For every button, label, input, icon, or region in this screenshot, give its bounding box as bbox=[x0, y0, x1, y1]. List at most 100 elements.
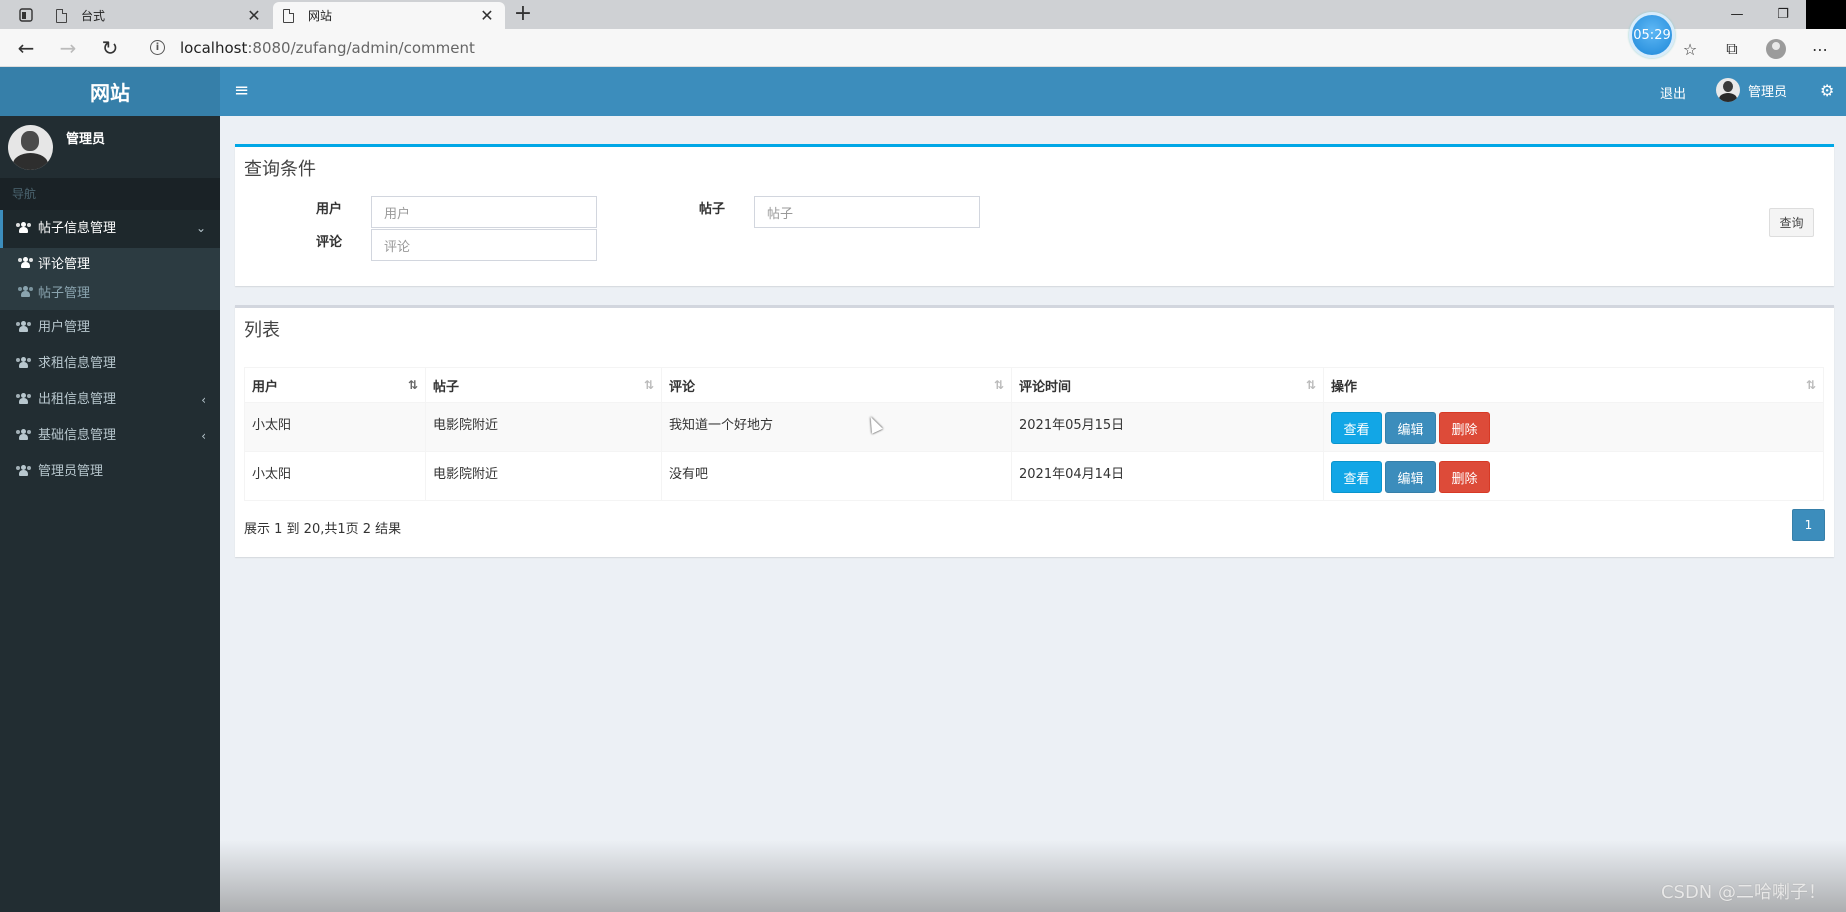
cell-actions: 查看 编辑 删除 bbox=[1323, 451, 1824, 501]
url-host: localhost bbox=[180, 39, 248, 57]
top-navbar: ≡ 退出 管理员 ⚙ bbox=[220, 67, 1846, 116]
restore-icon[interactable]: ❐ bbox=[1760, 0, 1806, 29]
settings-gears-icon[interactable]: ⚙ bbox=[1820, 81, 1834, 100]
new-tab-button[interactable]: + bbox=[510, 2, 536, 28]
sidebar-item-rent-wanted[interactable]: 求租信息管理 bbox=[0, 346, 220, 382]
app-logo[interactable]: 网站 bbox=[0, 67, 220, 116]
sidebar-submenu: 评论管理 帖子管理 bbox=[0, 248, 220, 310]
column-header-time[interactable]: 评论时间 ⇅ bbox=[1011, 367, 1324, 403]
browser-tab-1[interactable]: 台式 ✕ bbox=[46, 2, 272, 29]
page-button-1[interactable]: 1 bbox=[1792, 509, 1825, 541]
collections-icon[interactable]: ⧉ bbox=[1720, 37, 1744, 61]
sidebar-item-post-manage[interactable]: 帖子管理 bbox=[0, 279, 220, 308]
chevron-left-icon: ‹ bbox=[201, 429, 206, 443]
view-button[interactable]: 查看 bbox=[1331, 461, 1382, 493]
profile-icon[interactable] bbox=[1764, 37, 1788, 61]
minimize-icon[interactable]: — bbox=[1714, 0, 1760, 29]
address-bar: ← → ↻ i localhost:8080/zufang/admin/comm… bbox=[0, 29, 1846, 67]
tab-actions-icon[interactable] bbox=[8, 5, 44, 25]
cell-user: 小太阳 bbox=[244, 402, 426, 452]
close-tab-icon[interactable]: ✕ bbox=[246, 6, 262, 25]
post-filter-label: 帖子 bbox=[699, 202, 726, 217]
sort-icon[interactable]: ⇅ bbox=[644, 378, 654, 392]
sidebar-toggle-icon[interactable]: ≡ bbox=[234, 82, 249, 100]
site-info-icon[interactable]: i bbox=[150, 40, 165, 55]
search-panel: 查询条件 用户 用户 帖子 帖子 评论 评论 查询 bbox=[235, 144, 1834, 286]
sort-icon[interactable]: ⇅ bbox=[994, 378, 1004, 392]
url-path: :8080/zufang/admin/comment bbox=[247, 39, 475, 57]
sidebar-item-label: 管理员管理 bbox=[38, 464, 104, 479]
sort-asc-icon[interactable]: ⇅ bbox=[408, 378, 418, 392]
sidebar-item-admin-manage[interactable]: 管理员管理 bbox=[0, 454, 220, 490]
sidebar: 管理员 导航 帖子信息管理 ⌄ 评论管理 帖子管理 用户管理 求租信息管理 出租… bbox=[0, 116, 220, 912]
pagination-info: 展示 1 到 20,共1页 2 结果 bbox=[244, 522, 402, 537]
chevron-down-icon: ⌄ bbox=[195, 221, 206, 235]
column-header-post[interactable]: 帖子 ⇅ bbox=[425, 367, 662, 403]
tab-title: 台式 bbox=[81, 9, 106, 23]
sort-icon[interactable]: ⇅ bbox=[1306, 378, 1316, 392]
close-window-icon[interactable] bbox=[1806, 0, 1846, 29]
column-header-comment[interactable]: 评论 ⇅ bbox=[661, 367, 1012, 403]
clock-badge: 05:29 bbox=[1629, 12, 1675, 58]
query-button[interactable]: 查询 bbox=[1769, 208, 1814, 237]
window-controls: — ❐ bbox=[1714, 0, 1846, 29]
users-icon bbox=[16, 211, 32, 247]
tab-title: 网站 bbox=[308, 9, 333, 23]
back-icon[interactable]: ← bbox=[12, 35, 40, 63]
user-filter-input[interactable]: 用户 bbox=[371, 196, 597, 228]
column-header-label: 用户 bbox=[252, 379, 279, 395]
user-panel: 管理员 bbox=[0, 116, 220, 178]
column-header-user[interactable]: 用户 ⇅ bbox=[244, 367, 426, 403]
cell-time: 2021年05月15日 bbox=[1011, 402, 1324, 452]
search-panel-title: 查询条件 bbox=[244, 159, 316, 180]
cell-actions: 查看 编辑 删除 bbox=[1323, 402, 1824, 452]
sidebar-item-label: 帖子信息管理 bbox=[38, 221, 117, 236]
cell-comment: 没有吧 bbox=[661, 451, 1012, 501]
user-filter-label: 用户 bbox=[316, 202, 343, 217]
edit-button[interactable]: 编辑 bbox=[1385, 412, 1436, 444]
more-menu-icon[interactable]: ⋯ bbox=[1808, 37, 1832, 61]
forward-icon[interactable]: → bbox=[54, 35, 82, 63]
column-header-label: 评论时间 bbox=[1019, 379, 1072, 395]
comment-filter-label: 评论 bbox=[316, 235, 343, 250]
column-header-label: 评论 bbox=[669, 379, 696, 395]
sidebar-item-basic-info[interactable]: 基础信息管理 ‹ bbox=[0, 418, 220, 454]
sidebar-item-label: 求租信息管理 bbox=[38, 356, 117, 371]
avatar bbox=[1716, 78, 1740, 102]
delete-button[interactable]: 删除 bbox=[1439, 412, 1490, 444]
sidebar-item-label: 用户管理 bbox=[38, 320, 91, 335]
sidebar-item-comment-manage[interactable]: 评论管理 bbox=[0, 250, 220, 279]
avatar bbox=[8, 125, 53, 170]
refresh-icon[interactable]: ↻ bbox=[96, 35, 124, 63]
column-header-label: 帖子 bbox=[433, 379, 460, 395]
users-icon bbox=[16, 310, 32, 346]
comment-filter-input[interactable]: 评论 bbox=[371, 229, 597, 261]
post-filter-input[interactable]: 帖子 bbox=[754, 196, 980, 228]
browser-tab-2[interactable]: 网站 ✕ bbox=[273, 2, 505, 29]
sidebar-item-label: 评论管理 bbox=[38, 257, 91, 272]
users-icon bbox=[16, 346, 32, 382]
delete-button[interactable]: 删除 bbox=[1439, 461, 1490, 493]
user-menu[interactable]: 管理员 bbox=[1716, 78, 1787, 102]
cell-post: 电影院附近 bbox=[425, 402, 662, 452]
watermark: CSDN @二哈喇子！ bbox=[1660, 882, 1826, 903]
column-header-actions[interactable]: 操作 ⇅ bbox=[1323, 367, 1824, 403]
users-icon bbox=[18, 250, 34, 279]
favorites-star-icon[interactable]: ☆ bbox=[1678, 37, 1702, 61]
view-button[interactable]: 查看 bbox=[1331, 412, 1382, 444]
sidebar-item-user-manage[interactable]: 用户管理 bbox=[0, 310, 220, 346]
users-icon bbox=[16, 382, 32, 418]
edit-button[interactable]: 编辑 bbox=[1385, 461, 1436, 493]
browser-tab-bar: 台式 ✕ 网站 ✕ + — ❐ bbox=[0, 0, 1846, 29]
logout-link[interactable]: 退出 bbox=[1660, 83, 1686, 102]
table-row: 小太阳 电影院附近 没有吧 2021年04月14日 查看 编辑 删除 bbox=[244, 451, 1824, 501]
sidebar-item-rent-out[interactable]: 出租信息管理 ‹ bbox=[0, 382, 220, 418]
sidebar-item-post-info[interactable]: 帖子信息管理 ⌄ bbox=[0, 210, 220, 248]
users-icon bbox=[16, 454, 32, 490]
close-tab-icon[interactable]: ✕ bbox=[479, 6, 495, 25]
user-menu-name: 管理员 bbox=[1748, 84, 1788, 100]
sidebar-user-name: 管理员 bbox=[66, 132, 106, 147]
bottom-fade bbox=[220, 840, 1846, 912]
url-field[interactable]: localhost:8080/zufang/admin/comment bbox=[180, 39, 475, 57]
sort-icon[interactable]: ⇅ bbox=[1806, 378, 1816, 392]
